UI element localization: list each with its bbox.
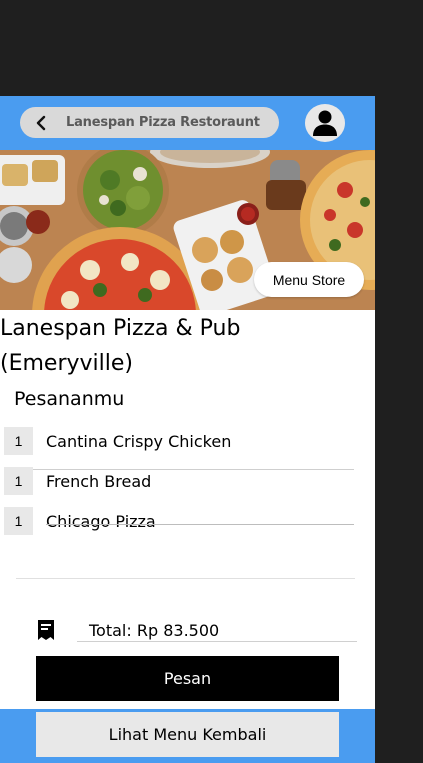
restaurant-title: Lanespan Pizza Restoraunt <box>66 115 260 130</box>
order-section-title: Pesananmu <box>14 388 125 410</box>
quantity-box[interactable]: 1 <box>4 427 33 455</box>
quantity-box[interactable]: 1 <box>4 467 33 495</box>
store-name: Lanespan Pizza & Pub (Emeryville) <box>0 316 241 376</box>
order-item[interactable]: 1 Cantina Crispy Chicken <box>4 427 354 455</box>
order-item[interactable]: 1 French Bread <box>4 467 354 495</box>
menu-store-button[interactable]: Menu Store <box>254 262 364 297</box>
view-menu-again-button[interactable]: Lihat Menu Kembali <box>36 712 339 757</box>
app-screen: Lanespan Pizza Restoraunt Menu Store Lan… <box>0 96 375 763</box>
section-divider <box>16 578 355 579</box>
avatar-button[interactable] <box>305 104 345 142</box>
receipt-icon <box>38 620 54 640</box>
total-underline <box>77 641 357 642</box>
total-amount: Total: Rp 83.500 <box>89 621 220 640</box>
pesan-button[interactable]: Pesan <box>36 656 339 701</box>
item-name: Chicago Pizza <box>46 512 156 531</box>
chevron-left-icon <box>36 115 46 130</box>
bottom-bar: Lihat Menu Kembali <box>0 709 375 763</box>
item-name: French Bread <box>46 472 152 491</box>
header-pill: Lanespan Pizza Restoraunt <box>20 107 279 138</box>
user-icon <box>313 110 337 136</box>
back-button[interactable] <box>26 107 56 138</box>
item-divider <box>46 524 354 525</box>
top-app-bar: Lanespan Pizza Restoraunt <box>0 96 375 150</box>
item-name: Cantina Crispy Chicken <box>46 432 232 451</box>
quantity-box[interactable]: 1 <box>4 507 33 535</box>
order-item[interactable]: 1 Chicago Pizza <box>4 507 354 535</box>
